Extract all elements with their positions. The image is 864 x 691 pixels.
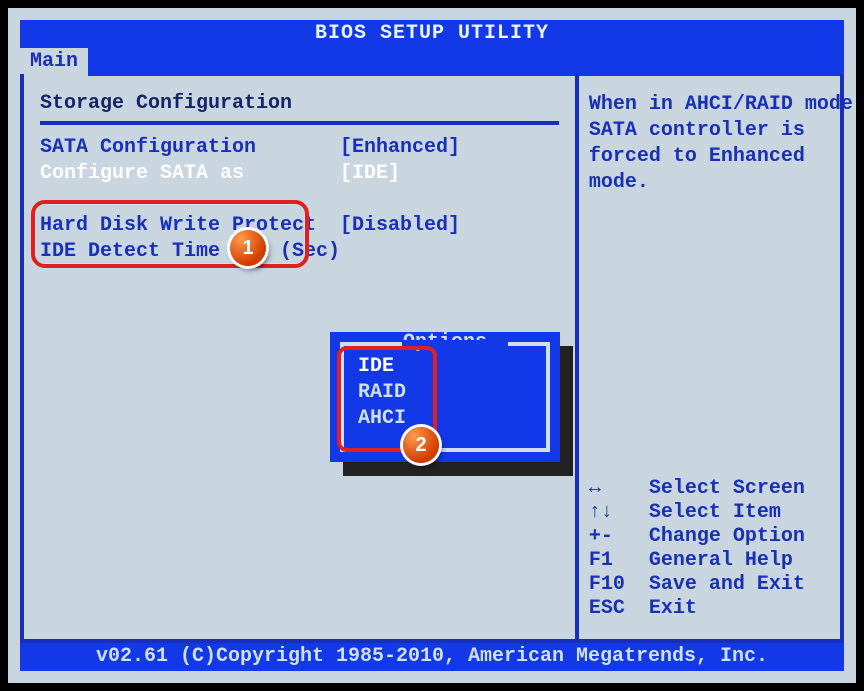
help-desc: Change Option bbox=[649, 525, 805, 549]
help-key: ESC bbox=[589, 597, 649, 621]
help-key: ↔ bbox=[589, 477, 649, 501]
setting-value: [IDE] bbox=[340, 161, 400, 187]
setting-row-spacer bbox=[40, 187, 559, 213]
bios-screen: BIOS SETUP UTILITY Main Storage Configur… bbox=[8, 8, 856, 683]
setting-label: IDE Detect Time Out (Sec) bbox=[40, 239, 340, 265]
popup-option[interactable]: AHCI bbox=[358, 406, 536, 432]
help-key-row: ↔Select Screen bbox=[589, 477, 853, 501]
setting-row[interactable]: IDE Detect Time Out (Sec) bbox=[40, 239, 559, 265]
setting-label: Hard Disk Write Protect bbox=[40, 213, 340, 239]
app-title: BIOS SETUP UTILITY bbox=[315, 22, 549, 45]
popup-option[interactable]: IDE bbox=[358, 354, 536, 380]
setting-value: [Enhanced] bbox=[340, 135, 460, 161]
tab-bar[interactable]: Main bbox=[20, 48, 844, 76]
help-key: F1 bbox=[589, 549, 649, 573]
popup-border: IDE RAID AHCI bbox=[340, 342, 550, 452]
setting-label: SATA Configuration bbox=[40, 135, 340, 161]
help-panel: When in AHCI/RAID mode SATA controller i… bbox=[579, 74, 863, 639]
options-popup[interactable]: Options IDE RAID AHCI bbox=[330, 332, 560, 462]
help-text-line: mode. bbox=[589, 170, 853, 196]
help-key: F10 bbox=[589, 573, 649, 597]
popup-title-cover bbox=[402, 340, 508, 350]
footer-bar: v02.61 (C)Copyright 1985-2010, American … bbox=[20, 643, 844, 671]
help-desc: Exit bbox=[649, 597, 697, 621]
help-text-line: SATA controller is bbox=[589, 118, 853, 144]
help-desc: Select Screen bbox=[649, 477, 805, 501]
help-key-row: ↑↓Select Item bbox=[589, 501, 853, 525]
help-key-row: F10Save and Exit bbox=[589, 573, 853, 597]
help-key-row: F1General Help bbox=[589, 549, 853, 573]
setting-label bbox=[40, 187, 340, 213]
popup-option[interactable]: RAID bbox=[358, 380, 536, 406]
help-desc: Select Item bbox=[649, 501, 781, 525]
section-divider bbox=[40, 121, 559, 125]
section-title: Storage Configuration bbox=[40, 92, 559, 115]
help-key: +- bbox=[589, 525, 649, 549]
footer-text: v02.61 (C)Copyright 1985-2010, American … bbox=[96, 645, 768, 668]
setting-label: Configure SATA as bbox=[40, 161, 340, 187]
setting-value: [Disabled] bbox=[340, 213, 460, 239]
setting-row[interactable]: Hard Disk Write Protect [Disabled] bbox=[40, 213, 559, 239]
setting-row[interactable]: SATA Configuration [Enhanced] bbox=[40, 135, 559, 161]
app-title-bar: BIOS SETUP UTILITY bbox=[20, 20, 844, 48]
help-key-row: ESCExit bbox=[589, 597, 853, 621]
help-key-row: +-Change Option bbox=[589, 525, 853, 549]
panel-container: Storage Configuration SATA Configuration… bbox=[20, 74, 844, 643]
settings-panel: Storage Configuration SATA Configuration… bbox=[24, 74, 579, 639]
help-desc: General Help bbox=[649, 549, 793, 573]
help-keys: ↔Select Screen ↑↓Select Item +-Change Op… bbox=[589, 477, 853, 621]
help-key: ↑↓ bbox=[589, 501, 649, 525]
help-text-line: forced to Enhanced bbox=[589, 144, 853, 170]
setting-row-selected[interactable]: Configure SATA as [IDE] bbox=[40, 161, 559, 187]
tab-main[interactable]: Main bbox=[20, 48, 88, 76]
help-text-line: When in AHCI/RAID mode bbox=[589, 92, 853, 118]
help-desc: Save and Exit bbox=[649, 573, 805, 597]
